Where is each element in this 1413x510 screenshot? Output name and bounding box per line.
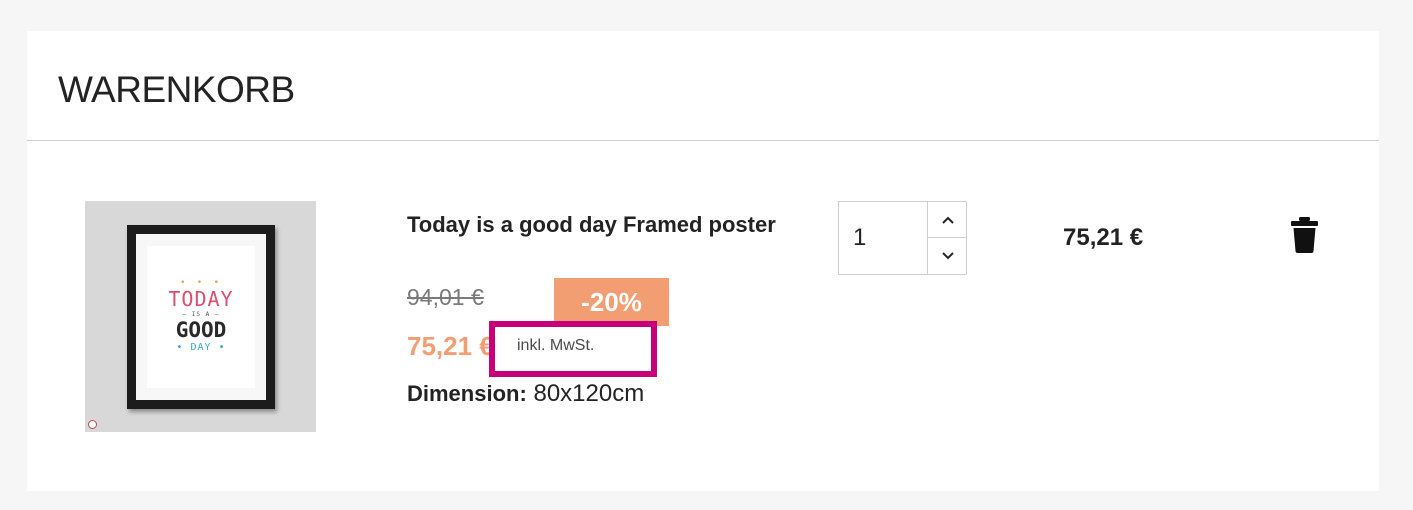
- current-price: 75,21 €: [407, 331, 494, 361]
- trash-icon: [1291, 217, 1318, 253]
- chevron-up-icon: [941, 216, 954, 224]
- quantity-increment-button[interactable]: [928, 202, 967, 238]
- watermark-icon: [88, 420, 97, 429]
- divider: [27, 140, 1379, 141]
- poster-art: • • • TODAY — IS A — GOOD • DAY •: [147, 246, 255, 388]
- poster-text-good: GOOD: [175, 318, 227, 342]
- line-total: 75,21 €: [1063, 224, 1144, 251]
- quantity-buttons: [927, 202, 967, 274]
- poster-frame: • • • TODAY — IS A — GOOD • DAY •: [127, 225, 275, 409]
- quantity-decrement-button[interactable]: [928, 238, 967, 274]
- dimension-value: 80x120cm: [533, 380, 645, 407]
- remove-item-button[interactable]: [1291, 217, 1318, 253]
- poster-text-day: • DAY •: [176, 342, 226, 353]
- discount-badge: -20%: [554, 278, 669, 326]
- dimension-label: Dimension:: [407, 381, 527, 406]
- product-image[interactable]: • • • TODAY — IS A — GOOD • DAY •: [85, 201, 316, 432]
- cart-card: WARENKORB • • • TODAY — IS A — GOOD • DA…: [27, 31, 1379, 491]
- dimension: Dimension: 80x120cm: [407, 380, 644, 408]
- product-name[interactable]: Today is a good day Framed poster: [407, 206, 787, 244]
- quantity-stepper: [838, 201, 967, 275]
- original-price: 94,01 €: [407, 284, 484, 310]
- poster-text-today: TODAY: [168, 287, 234, 311]
- quantity-input[interactable]: [839, 202, 927, 274]
- poster-mat: • • • TODAY — IS A — GOOD • DAY •: [136, 234, 266, 400]
- chevron-down-icon: [941, 252, 954, 260]
- highlight-box: [489, 321, 657, 377]
- page-title: WARENKORB: [58, 69, 295, 110]
